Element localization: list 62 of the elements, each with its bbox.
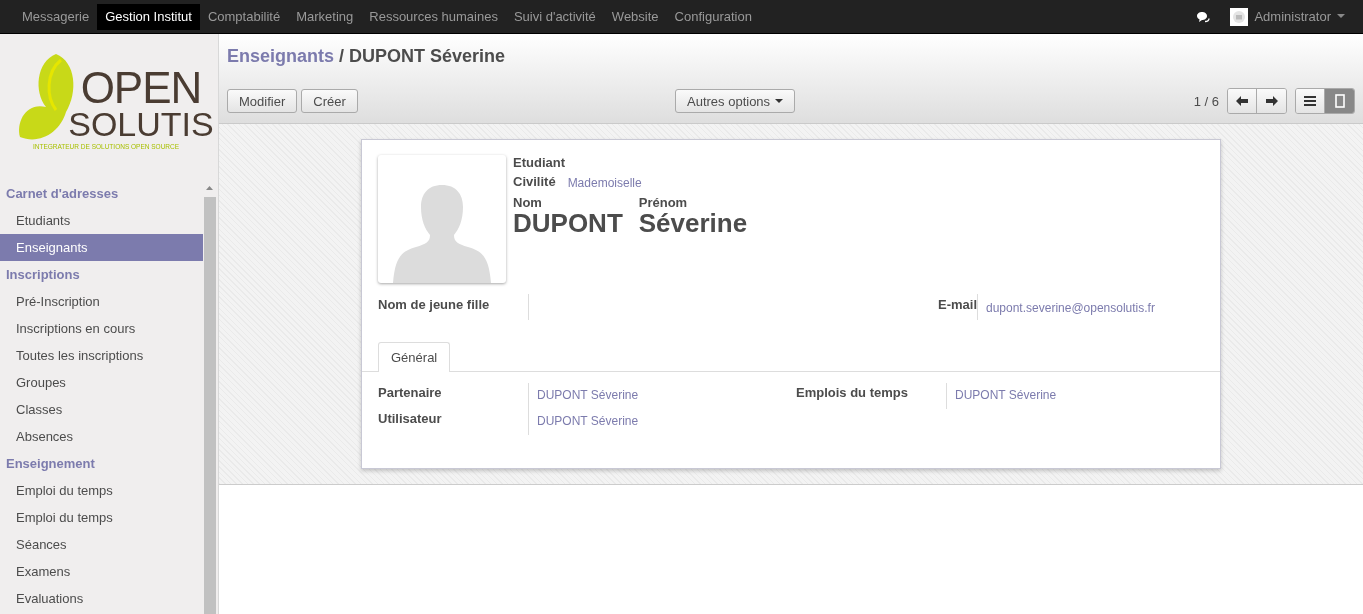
field-value-link[interactable]: DUPONT Séverine <box>537 388 639 402</box>
field-label: Civilité <box>513 174 556 190</box>
left-arrow-icon <box>1236 96 1248 106</box>
sidebar-section-title: Inscriptions <box>5 266 81 284</box>
sidebar-item[interactable]: Evaluations <box>0 585 203 612</box>
top-menu-item[interactable]: Suivi d'activité <box>505 3 604 30</box>
field-label: Nom <box>513 195 543 210</box>
sidebar-item[interactable]: Enseignants <box>0 234 203 261</box>
field-value-link[interactable]: DUPONT Séverine <box>537 414 639 428</box>
last-name-text: DUPONT <box>513 208 623 239</box>
field-label: Utilisateur <box>378 410 443 428</box>
pager-text: 1 / 6 <box>1193 93 1219 109</box>
sidebar-item[interactable]: Classes <box>0 396 203 423</box>
top-menu-item[interactable]: Marketing <box>288 3 362 30</box>
previous-button[interactable] <box>1228 89 1257 113</box>
user-menu[interactable]: Administrator <box>1254 9 1345 24</box>
field-label: Partenaire <box>378 384 443 402</box>
action-button[interactable]: Modifier <box>227 89 298 113</box>
sidebar-item[interactable]: Etudiants <box>0 207 203 234</box>
field-label: E-mail <box>937 296 977 314</box>
action-button[interactable]: Créer <box>301 89 358 113</box>
top-menu-item[interactable]: Messagerie <box>14 3 98 30</box>
options-dropdown[interactable]: Autres options <box>675 89 796 113</box>
sidebar-item[interactable]: Emploi du temps <box>0 504 203 531</box>
notebook-tab[interactable]: Général <box>378 342 451 372</box>
top-menu-item[interactable]: Configuration <box>666 3 760 30</box>
top-menu-item[interactable]: Gestion Institut <box>97 3 200 30</box>
sidebar-section-title: Carnet d'adresses <box>5 185 120 203</box>
sidebar-item[interactable]: Emploi du temps <box>0 477 203 504</box>
sidebar-item[interactable]: Pré-Inscription <box>0 288 203 315</box>
top-menu-item[interactable]: Comptabilité <box>199 3 289 30</box>
field-value-link[interactable]: DUPONT Séverine <box>955 388 1057 402</box>
sidebar-section-title: Enseignement <box>5 455 96 473</box>
scroll-up-icon[interactable] <box>206 186 213 190</box>
sidebar-item[interactable]: Toutes les inscriptions <box>0 342 203 369</box>
first-name-text: Séverine <box>638 208 748 239</box>
next-button[interactable] <box>1257 89 1286 113</box>
top-menu-item[interactable]: Ressources humaines <box>361 3 506 30</box>
caret-icon <box>1337 14 1345 19</box>
field-label: Prénom <box>638 195 689 210</box>
field-value-link[interactable]: Mademoiselle <box>567 176 642 190</box>
list-view-button[interactable] <box>1296 89 1325 113</box>
sidebar-item[interactable]: Absences <box>0 423 203 450</box>
sidebar-item[interactable]: Examens <box>0 558 203 585</box>
right-arrow-icon <box>1265 96 1278 106</box>
list-icon <box>1304 96 1316 106</box>
form-icon <box>1334 94 1345 108</box>
logo-text: OPEN <box>80 68 202 107</box>
avatar-icon <box>1230 7 1249 26</box>
field-label: Nom de jeune fille <box>378 296 491 314</box>
top-menu-item[interactable]: Website <box>603 3 667 30</box>
field-label: Etudiant <box>513 155 566 170</box>
field-label: Emplois du temps <box>796 384 909 402</box>
sidebar-item[interactable]: Inscriptions en cours <box>0 315 203 342</box>
logo-text: SOLUTIS <box>68 106 214 141</box>
sidebar-item[interactable]: Groupes <box>0 369 203 396</box>
caret-icon <box>775 98 784 104</box>
email-link[interactable]: dupont.severine@opensolutis.fr <box>986 301 1155 315</box>
sidebar-item[interactable]: Séances <box>0 531 203 558</box>
breadcrumb-link[interactable]: Enseignants <box>227 46 335 66</box>
chat-icon[interactable] <box>1196 10 1211 23</box>
breadcrumb-current: / DUPONT Séverine <box>339 46 506 66</box>
